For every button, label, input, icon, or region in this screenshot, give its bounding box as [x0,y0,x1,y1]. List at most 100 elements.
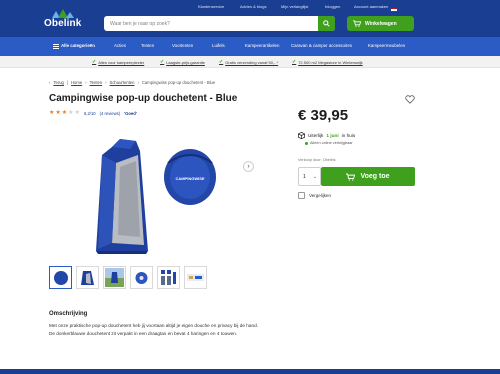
cart-icon [346,173,356,181]
nav-item-all-categories[interactable]: Alle categorieën [61,43,95,48]
rating-stars: ★ ★ ★ ★ ★ [49,110,80,116]
breadcrumb-separator: › [105,80,107,85]
thumbnail[interactable] [76,266,99,289]
star-filled-icon: ★ [61,110,68,116]
thumbnail-image [161,270,176,285]
thumbnail-image [135,272,148,284]
product-rating[interactable]: ★ ★ ★ ★ ★ 6,2/10 (4 reviews) 'Goed' [49,110,137,116]
nav-item-voortenten[interactable]: Voortenten [172,43,193,48]
menu-icon[interactable] [53,44,59,49]
search-bar [104,16,335,31]
compare-label: Vergelijken [309,193,332,198]
top-link-customer-service[interactable]: Klantenservice [198,4,224,9]
check-icon: ✓ [160,59,165,65]
nav-item-caravan-camper[interactable]: Caravan & camper accessoires [291,43,352,48]
package-icon [298,132,305,139]
delivery-prefix: Uiterlijk [308,133,324,138]
logo-text: Obelink [44,18,82,29]
review-count[interactable]: (4 reviews) [100,111,120,116]
logo[interactable]: Obelink [44,9,84,31]
star-filled-icon: ★ [55,110,61,116]
quantity-value: 1 [303,173,306,180]
usp-item[interactable]: ✓ 72.500 m2 Megastore in Winterswijk [292,59,363,65]
nav-item-kampeerartikelen[interactable]: Kampeerartikelen [245,43,279,48]
compare-checkbox[interactable] [298,192,305,199]
compare-option[interactable]: Vergelijken [298,192,331,199]
top-link-login[interactable]: Inloggen [325,4,340,9]
status-dot-icon [305,141,308,145]
usp-label: Laagste-prijs-garantie [166,59,205,65]
top-link-advice[interactable]: Advies & blogs [240,4,266,9]
description-title: Omschrijving [49,311,88,317]
thumbnail[interactable] [157,266,180,289]
thumbnail-image [187,274,204,281]
footer-bar [0,369,500,374]
thumbnail-image [81,271,94,285]
cart-button[interactable]: Winkelwagen [347,16,414,31]
breadcrumb-separator: | [66,80,68,85]
thumbnail-strip [49,266,207,289]
check-icon: ✓ [219,59,224,65]
delivery-info: Uiterlijk 1 juni in huis [298,132,355,139]
check-icon: ✓ [92,59,97,65]
nav-item-luifels[interactable]: Luifels [212,43,225,48]
nav-item-acties[interactable]: Acties [114,43,126,48]
star-empty-icon: ★ [74,110,80,116]
breadcrumb: ‹ Terug | Home › Tenten › Schuurtenten ›… [49,80,215,85]
breadcrumb-home[interactable]: Home [71,80,82,85]
online-only-note: Alleen online verkrijgbaar [305,141,353,145]
delivery-date: 1 juni [326,133,339,138]
nav-item-kampeermeubelen[interactable]: Kampeermeubelen [368,43,405,48]
top-link-register[interactable]: Account aanmaken [354,4,388,9]
breadcrumb-schuurtenten[interactable]: Schuurtenten [110,80,135,85]
nav-item-tenten[interactable]: Tenten [141,43,154,48]
chevron-down-icon: ⌄ [312,174,317,180]
chevron-right-icon: › [247,163,250,170]
usp-item[interactable]: ✓ Alles voor kampeerplezier [92,59,144,65]
product-price: € 39,95 [298,107,349,124]
cart-label: Winkelwagen [365,20,397,27]
star-empty-icon: ★ [68,110,74,116]
breadcrumb-back[interactable]: Terug [53,80,63,85]
add-to-cart-label: Voeg toe [360,173,390,180]
search-icon [323,20,330,27]
cart-icon [353,20,361,27]
online-only-label: Alleen online verkrijgbaar [310,141,353,145]
usp-label: 72.500 m2 Megastore in Winterswijk [298,59,363,65]
search-input[interactable] [110,16,315,31]
site-header: Klantenservice Advies & blogs Mijn verla… [0,0,500,37]
top-link-wishlist[interactable]: Mijn verlanglijst [281,4,308,9]
usp-item[interactable]: ✓ Laagste-prijs-garantie [160,59,205,65]
product-title: Campingwise pop-up douchetent - Blue [49,93,238,104]
usp-label: Gratis verzending vanaf 50,- * [225,59,279,65]
quantity-select[interactable]: 1 ⌄ [298,167,321,186]
rating-score: 6,2/10 [83,110,96,116]
bag-brand-text: CAMPINGWISE [175,176,204,181]
description-text: Met onze praktische pop-up douchetent he… [49,323,258,336]
breadcrumb-separator: › [85,80,87,85]
heart-icon[interactable] [405,95,415,104]
breadcrumb-tenten[interactable]: Tenten [90,80,103,85]
thumbnail[interactable] [184,266,207,289]
star-filled-icon: ★ [49,110,55,116]
usp-bar: ✓ Alles voor kampeerplezier ✓ Laagste-prij… [0,56,500,68]
next-image-button[interactable]: › [243,161,254,172]
delivery-suffix: in huis [341,133,356,138]
logo-tents-icon [52,9,74,18]
breadcrumb-separator: › [137,80,139,85]
add-to-cart-button[interactable]: Voeg toe [321,167,415,186]
search-button[interactable] [318,16,335,31]
check-icon: ✓ [292,59,297,65]
seller-info: Verkoop door: Obelink [298,158,336,162]
usp-label: Alles voor kampeerplezier [98,59,145,65]
thumbnail[interactable] [130,266,153,289]
main-nav: Alle categorieën Acties Tenten Voortente… [0,37,500,56]
back-arrow-icon[interactable]: ‹ [49,80,50,85]
thumbnail-image [105,268,124,287]
product-main-image[interactable]: CAMPINGWISE [90,133,218,257]
thumbnail[interactable] [103,266,126,289]
thumbnail[interactable] [49,266,72,289]
language-flag-icon[interactable] [391,8,397,12]
rating-verdict: 'Goed' [124,110,137,116]
usp-item[interactable]: ✓ Gratis verzending vanaf 50,- * [219,59,278,65]
